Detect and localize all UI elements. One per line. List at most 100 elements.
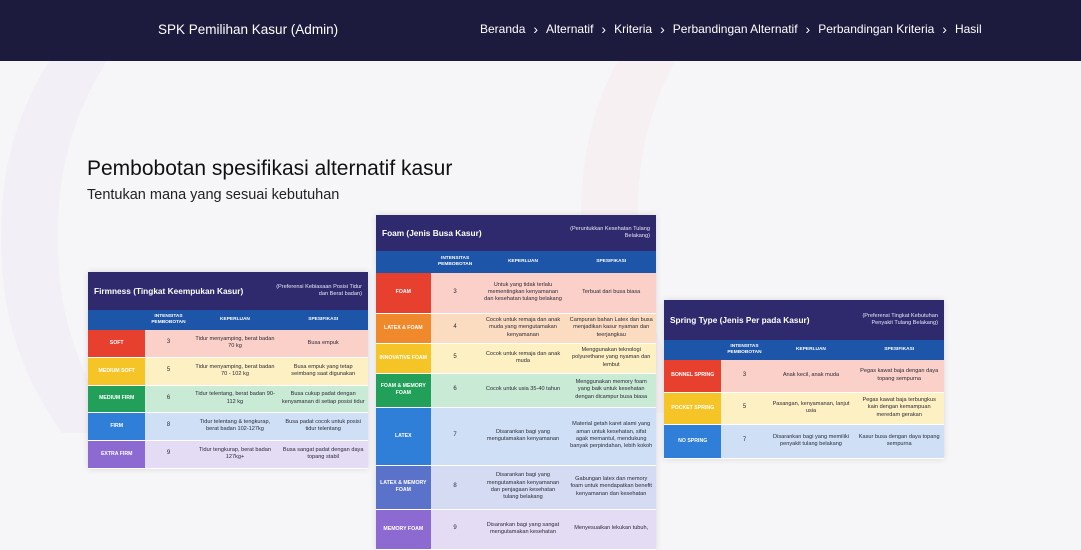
table-row: LATEX & MEMORY FOAM 8 Disarankan bagi yang… bbox=[376, 465, 656, 510]
card-title: Firmness (Tingkat Keempukan Kasur) bbox=[94, 286, 244, 296]
need-cell: Tidur menyamping, berat badan 70 kg bbox=[191, 330, 279, 358]
table-row: NO SPRING 7 Disarankan bagi yang memiliki … bbox=[664, 424, 944, 459]
card-header: Foam (Jenis Busa Kasur) (Peruntukkan Kes… bbox=[376, 215, 656, 251]
table-header-spec: SPESIFIKASI bbox=[278, 310, 368, 330]
intensity-cell: 5 bbox=[721, 392, 768, 425]
category-cell: FIRM bbox=[88, 412, 146, 441]
breadcrumb-nav: Beranda › Alternatif › Kriteria › Perban… bbox=[480, 22, 982, 36]
table-row: MEDIUM FIRM 6 Tidur telentang, berat badan… bbox=[88, 385, 368, 413]
table-row: MEMORY FOAM 9 Disarankan bagi yang sangat … bbox=[376, 509, 656, 550]
firmness-table: INTENSITAS PEMBOBOTAN KEPERLUAN SPESIFIK… bbox=[88, 310, 368, 469]
category-cell: MEDIUM FIRM bbox=[88, 385, 146, 413]
nav-link-hasil[interactable]: Hasil bbox=[955, 22, 982, 36]
table-row: EXTRA FIRM 9 Tidur tengkurap, berat badan … bbox=[88, 440, 368, 469]
card-header: Firmness (Tingkat Keempukan Kasur) (Pref… bbox=[88, 272, 368, 310]
table-header-category bbox=[664, 340, 722, 360]
spec-cell: Material getah karet alami yang aman unt… bbox=[566, 407, 656, 466]
card-header: Spring Type (Jenis Per pada Kasur) (Pref… bbox=[664, 300, 944, 340]
table-header-category bbox=[88, 310, 146, 330]
intensity-cell: 9 bbox=[430, 509, 480, 550]
nav-link-perbandingan-alternatif[interactable]: Perbandingan Alternatif bbox=[673, 22, 798, 36]
intensity-cell: 3 bbox=[145, 330, 192, 358]
need-cell: Disarankan bagi yang mengutamakan kenyam… bbox=[479, 465, 567, 510]
chevron-right-icon: › bbox=[805, 21, 811, 37]
spring-card: Spring Type (Jenis Per pada Kasur) (Pref… bbox=[664, 300, 944, 459]
card-title: Foam (Jenis Busa Kasur) bbox=[382, 228, 482, 238]
category-cell: MEDIUM SOFT bbox=[88, 357, 146, 386]
need-cell: Pasangan, kenyamanan, lanjut usia bbox=[767, 392, 855, 425]
foam-card: Foam (Jenis Busa Kasur) (Peruntukkan Kes… bbox=[376, 215, 656, 550]
need-cell: Cocok untuk remaja dan anak muda yang me… bbox=[479, 313, 567, 344]
table-header-spec: SPESIFIKASI bbox=[854, 340, 944, 360]
spec-cell: Busa padat cocok untuk posisi tidur tele… bbox=[278, 412, 368, 441]
need-cell: Tidur menyamping, berat badan 70 - 102 k… bbox=[191, 357, 279, 386]
need-cell: Anak kecil, anak muda bbox=[767, 360, 855, 393]
table-header-intensity: INTENSITAS PEMBOBOTAN bbox=[145, 310, 192, 330]
intensity-cell: 6 bbox=[430, 373, 480, 408]
category-cell: NO SPRING bbox=[664, 424, 722, 459]
category-cell: LATEX bbox=[376, 407, 431, 466]
spec-cell: Menggunakan memory foam yang baik untuk … bbox=[566, 373, 656, 408]
brand-title[interactable]: SPK Pemilihan Kasur (Admin) bbox=[158, 22, 338, 37]
spec-cell: Pegas kawat baja dengan daya topang semp… bbox=[854, 360, 944, 393]
nav-link-perbandingan-kriteria[interactable]: Perbandingan Kriteria bbox=[818, 22, 934, 36]
page-title: Pembobotan spesifikasi alternatif kasur bbox=[87, 157, 453, 180]
nav-link-beranda[interactable]: Beranda bbox=[480, 22, 525, 36]
intensity-cell: 8 bbox=[145, 412, 192, 441]
chevron-right-icon: › bbox=[942, 21, 947, 37]
card-note: (Preferensi Kebiasaan Posisi Tidur dan B… bbox=[276, 284, 362, 297]
table-header-intensity: INTENSITAS PEMBOBOTAN bbox=[721, 340, 768, 360]
category-cell: EXTRA FIRM bbox=[88, 440, 146, 469]
need-cell: Disarankan bagi yang memiliki penyakit t… bbox=[767, 424, 855, 459]
chevron-right-icon: › bbox=[533, 21, 539, 37]
foam-table: INTENSITAS PEMBOBOTAN KEPERLUAN SPESIFIK… bbox=[376, 251, 656, 550]
need-cell: Tidur telentang, berat badan 90-112 kg bbox=[191, 385, 279, 413]
nav-link-kriteria[interactable]: Kriteria bbox=[614, 22, 652, 36]
table-header-need: KEPERLUAN bbox=[767, 340, 855, 360]
category-cell: POCKET SPRING bbox=[664, 392, 722, 425]
card-title: Spring Type (Jenis Per pada Kasur) bbox=[670, 315, 810, 325]
category-cell: INNOVATIVE FOAM bbox=[376, 343, 431, 374]
table-row: LATEX & FOAM 4 Cocok untuk remaja dan anak… bbox=[376, 313, 656, 344]
category-cell: FOAM bbox=[376, 273, 431, 314]
spec-cell: Campuran bahan Latex dan busa menjadikan… bbox=[566, 313, 656, 344]
need-cell: Cocok untuk remaja dan anak muda bbox=[479, 343, 567, 374]
table-row: INNOVATIVE FOAM 5 Cocok untuk remaja dan a… bbox=[376, 343, 656, 374]
firmness-card: Firmness (Tingkat Keempukan Kasur) (Pref… bbox=[88, 272, 368, 469]
table-row: SOFT 3 Tidur menyamping, berat badan 70 kg… bbox=[88, 330, 368, 358]
intensity-cell: 6 bbox=[145, 385, 192, 413]
chevron-right-icon: › bbox=[601, 21, 607, 37]
category-cell: FOAM & MEMORY FOAM bbox=[376, 373, 431, 408]
table-row: POCKET SPRING 5 Pasangan, kenyamanan, lanj… bbox=[664, 392, 944, 425]
category-cell: MEMORY FOAM bbox=[376, 509, 431, 550]
table-row: BONNEL SPRING 3 Anak kecil, anak muda Pegas… bbox=[664, 360, 944, 393]
table-row: LATEX 7 Disarankan bagi yang mengutamakan … bbox=[376, 407, 656, 466]
page-subtitle: Tentukan mana yang sesuai kebutuhan bbox=[87, 187, 340, 203]
intensity-cell: 3 bbox=[430, 273, 480, 314]
nav-link-alternatif[interactable]: Alternatif bbox=[546, 22, 593, 36]
spec-cell: Pegas kawat baja terbungkus kain dengan … bbox=[854, 392, 944, 425]
intensity-cell: 3 bbox=[721, 360, 768, 393]
category-cell: SOFT bbox=[88, 330, 146, 358]
intensity-cell: 7 bbox=[430, 407, 480, 466]
spec-cell: Kasur busa dengan daya topang sempurna bbox=[854, 424, 944, 459]
chevron-right-icon: › bbox=[660, 21, 665, 37]
spec-cell: Menggunakan teknologi polyurethane yang … bbox=[566, 343, 656, 374]
need-cell: Untuk yang tidak terlalu mementingkan ke… bbox=[479, 273, 567, 314]
card-note: (Preferensi Tingkat Kebutuhan Penyakit T… bbox=[862, 313, 938, 326]
table-header-need: KEPERLUAN bbox=[191, 310, 279, 330]
spec-cell: Busa empuk yang tetap seimbang saat digu… bbox=[278, 357, 368, 386]
intensity-cell: 7 bbox=[721, 424, 768, 459]
category-cell: LATEX & FOAM bbox=[376, 313, 431, 344]
spec-cell: Busa cukup padat dengan kenyamanan di se… bbox=[278, 385, 368, 413]
top-navbar: SPK Pemilihan Kasur (Admin) Beranda › Al… bbox=[0, 0, 1081, 61]
table-row: FOAM 3 Untuk yang tidak terlalu mementingk… bbox=[376, 273, 656, 314]
intensity-cell: 9 bbox=[145, 440, 192, 469]
spring-table: INTENSITAS PEMBOBOTAN KEPERLUAN SPESIFIK… bbox=[664, 340, 944, 459]
intensity-cell: 4 bbox=[430, 313, 480, 344]
spec-cell: Gabungan latex dan memory foam untuk men… bbox=[566, 465, 656, 510]
spec-cell: Busa empuk bbox=[278, 330, 368, 358]
need-cell: Disarankan bagi yang mengutamakan kenyam… bbox=[479, 407, 567, 466]
spec-cell: Terbuat dari busa biasa bbox=[566, 273, 656, 314]
card-note: (Peruntukkan Kesehatan Tulang Belakang) bbox=[570, 226, 650, 239]
